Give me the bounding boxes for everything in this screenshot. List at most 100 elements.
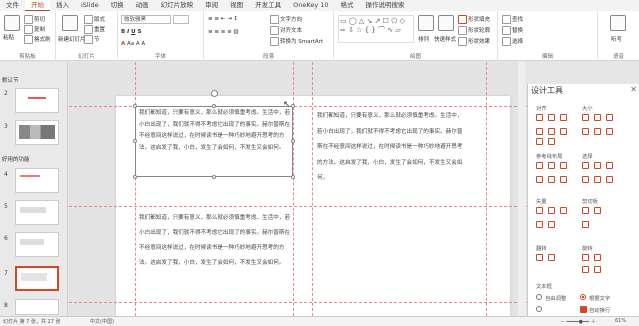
slide-thumbnail[interactable] [15, 232, 59, 257]
rotate-left-icon[interactable] [582, 254, 589, 261]
cut-button[interactable]: 剪切 [24, 15, 45, 24]
align-middle-icon[interactable] [548, 128, 555, 135]
slide-thumbnail[interactable] [15, 120, 59, 145]
wrap-radio[interactable] [536, 306, 542, 312]
align-left-icon[interactable] [536, 114, 543, 121]
slide-thumbnail[interactable] [15, 168, 59, 193]
resize-handle[interactable] [133, 104, 137, 108]
select-button[interactable]: 选择 [502, 37, 523, 46]
guide-line[interactable] [312, 62, 313, 316]
copy-button[interactable]: 复制 [24, 25, 45, 34]
guide-layout-icon[interactable] [536, 162, 543, 169]
paste-icon[interactable] [4, 15, 20, 31]
bold-button[interactable]: B I U S [121, 29, 141, 35]
align-text-button[interactable]: 对齐文本 [270, 26, 302, 35]
section-useful-features[interactable]: 好用的功能 [2, 155, 30, 163]
paste-tool-icon[interactable] [594, 207, 601, 214]
size-icon[interactable] [594, 128, 601, 135]
font-name-select[interactable]: 微软雅黑 [121, 15, 171, 24]
shape-effects-button[interactable]: 形状效果 [458, 37, 490, 46]
rotate-icon[interactable] [582, 266, 589, 273]
zoom-level[interactable]: 61% [615, 318, 626, 324]
tab-insert[interactable]: 插入 [50, 0, 75, 11]
section-button[interactable]: 节 [84, 35, 100, 44]
guide-layout-icon[interactable] [548, 176, 555, 183]
flip-horizontal-icon[interactable] [536, 254, 543, 261]
select-same-icon[interactable] [594, 176, 601, 183]
slide-thumbnail[interactable] [15, 88, 59, 113]
zoom-slider[interactable]: － ━━━━●━━ ＋ [560, 318, 596, 325]
rotate-handle-icon[interactable] [211, 90, 218, 97]
close-icon[interactable]: ✕ [630, 85, 637, 94]
bullets-button[interactable]: ≡ ≡ ⇤ ⇥ ↕ [208, 16, 238, 22]
select-same-icon[interactable] [582, 162, 589, 169]
text-tool-icon[interactable] [536, 221, 543, 228]
layout-button[interactable]: 版式 [84, 15, 105, 24]
distribute-icon[interactable] [536, 138, 543, 145]
copy-tool-icon[interactable] [582, 207, 589, 214]
align-right-icon[interactable] [560, 114, 567, 121]
dictate-label[interactable]: 听写 [611, 35, 622, 43]
tab-developer[interactable]: 开发工具 [249, 0, 287, 11]
same-size-icon[interactable] [606, 114, 613, 121]
vector-tool-icon[interactable] [560, 207, 567, 214]
autofit-radio[interactable] [536, 294, 542, 300]
slide-thumbnail[interactable] [15, 299, 59, 315]
tab-review[interactable]: 审阅 [199, 0, 224, 11]
vector-tool-icon[interactable] [536, 207, 543, 214]
replace-button[interactable]: 替换 [502, 26, 523, 35]
same-width-icon[interactable] [582, 114, 589, 121]
slide-thumbnail[interactable] [15, 200, 59, 225]
format-painter-button[interactable]: 格式刷 [24, 35, 51, 44]
tab-format[interactable]: 格式 [335, 0, 360, 11]
flip-vertical-icon[interactable] [548, 254, 555, 261]
guide-line[interactable] [69, 206, 527, 207]
guide-layout-icon[interactable] [560, 162, 567, 169]
tab-islide[interactable]: iSlide [75, 0, 105, 11]
resize-handle[interactable] [291, 139, 295, 143]
find-button[interactable]: 查找 [502, 15, 523, 24]
tab-home[interactable]: 开始 [25, 0, 50, 11]
guide-layout-icon[interactable] [560, 176, 567, 183]
font-color-button[interactable]: A Aa A A [121, 41, 145, 47]
wrap-checkbox[interactable] [580, 306, 587, 313]
guide-layout-icon[interactable] [536, 176, 543, 183]
guide-line[interactable] [293, 62, 294, 316]
distribute-icon[interactable] [548, 138, 555, 145]
section-default[interactable]: 默认节 [2, 76, 19, 84]
clip-tool-icon[interactable] [582, 221, 589, 228]
select-same-icon[interactable] [606, 162, 613, 169]
slide[interactable]: 我们都知道，只要有意义，那么就必须慎重考虑。生活中，若小白出现了，我们就不得不考… [69, 62, 527, 316]
font-size-select[interactable] [173, 15, 189, 24]
resize-handle[interactable] [133, 175, 137, 179]
guide-line[interactable] [135, 62, 136, 316]
slide-paragraph-3[interactable]: 我们都知道，只要有意义，那么就必须慎重考虑。生活中，若小白出现了，我们就不得不考… [139, 211, 291, 271]
guide-layout-icon[interactable] [548, 162, 555, 169]
new-slide-icon[interactable] [62, 15, 78, 31]
arrange-icon[interactable] [418, 15, 434, 31]
align-buttons[interactable]: ≡ ≡ ≡ ≡ ▥ [208, 29, 239, 35]
microphone-icon[interactable] [610, 15, 626, 31]
quick-styles-icon[interactable] [438, 15, 454, 31]
rotate-right-icon[interactable] [594, 254, 601, 261]
text-tool-icon[interactable] [548, 221, 555, 228]
tab-view[interactable]: 视图 [224, 0, 249, 11]
tell-me-search[interactable]: 操作说明搜索 [360, 0, 411, 11]
resize-handle[interactable] [133, 139, 137, 143]
resize-handle[interactable] [291, 175, 295, 179]
text-direction-button[interactable]: 文字方向 [270, 15, 302, 24]
shape-fill-button[interactable]: 形状填充 [458, 15, 490, 24]
tab-slideshow[interactable]: 幻灯片放映 [155, 0, 200, 11]
align-top-icon[interactable] [536, 128, 543, 135]
size-icon[interactable] [582, 128, 589, 135]
shapes-gallery[interactable]: ▭ ◯ △ ↘ ↗ ☐ ⬠ ◇ ⇨ ⇩ ☆ { } ⌒ ∿ ▱ [338, 15, 414, 43]
tab-animations[interactable]: 动画 [130, 0, 155, 11]
vertical-scrollbar[interactable] [518, 62, 526, 316]
reset-button[interactable]: 重置 [84, 25, 105, 34]
shape-outline-button[interactable]: 形状轮廓 [458, 26, 490, 35]
fit-text-radio[interactable] [580, 294, 586, 300]
smartart-button[interactable]: 转换为 SmartArt [270, 37, 323, 46]
arrange-label[interactable]: 排列 [418, 35, 429, 43]
guide-line[interactable] [486, 62, 487, 316]
select-same-icon[interactable] [582, 176, 589, 183]
